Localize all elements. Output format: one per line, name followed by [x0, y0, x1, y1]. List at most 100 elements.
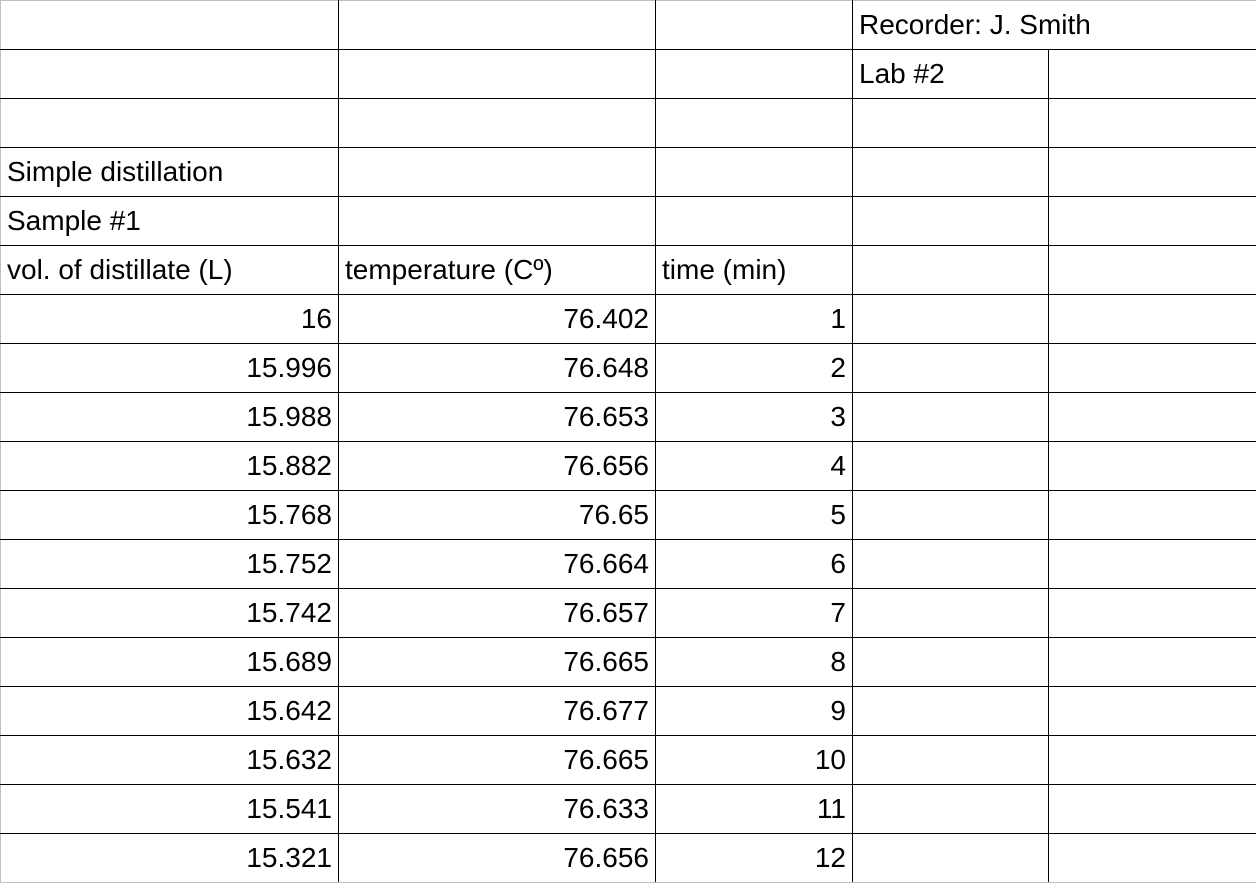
table-row: 15.54176.63311 [1, 785, 1256, 834]
time-cell[interactable]: 6 [656, 540, 853, 589]
vol-cell[interactable]: 15.752 [1, 540, 339, 589]
cell-empty[interactable] [853, 99, 1049, 148]
cell-empty[interactable] [1049, 589, 1256, 638]
cell-empty[interactable] [1049, 393, 1256, 442]
vol-cell[interactable]: 15.642 [1, 687, 339, 736]
vol-cell[interactable]: 15.321 [1, 834, 339, 883]
cell-empty[interactable] [1049, 148, 1256, 197]
vol-cell[interactable]: 15.632 [1, 736, 339, 785]
time-cell[interactable]: 11 [656, 785, 853, 834]
column-header-temp[interactable]: temperature (Cº) [339, 246, 656, 295]
temp-cell[interactable]: 76.664 [339, 540, 656, 589]
table-row: 15.63276.66510 [1, 736, 1256, 785]
cell-empty[interactable] [1049, 540, 1256, 589]
cell-empty[interactable] [1, 50, 339, 99]
cell-empty[interactable] [339, 1, 656, 50]
cell-empty[interactable] [656, 148, 853, 197]
table-row: 15.74276.6577 [1, 589, 1256, 638]
vol-cell[interactable]: 15.988 [1, 393, 339, 442]
cell-empty[interactable] [1, 99, 339, 148]
cell-empty[interactable] [853, 834, 1049, 883]
sample-id[interactable]: Sample #1 [1, 197, 339, 246]
cell-empty[interactable] [1049, 687, 1256, 736]
cell-empty[interactable] [1049, 344, 1256, 393]
vol-cell[interactable]: 15.689 [1, 638, 339, 687]
cell-empty[interactable] [1049, 246, 1256, 295]
table-header-row: vol. of distillate (L) temperature (Cº) … [1, 246, 1256, 295]
cell-empty[interactable] [853, 442, 1049, 491]
cell-empty[interactable] [853, 393, 1049, 442]
cell-empty[interactable] [1049, 295, 1256, 344]
table-row: 1676.4021 [1, 295, 1256, 344]
cell-empty[interactable] [656, 50, 853, 99]
table-row: 15.76876.655 [1, 491, 1256, 540]
vol-cell[interactable]: 15.541 [1, 785, 339, 834]
vol-cell[interactable]: 15.882 [1, 442, 339, 491]
cell-empty[interactable] [853, 589, 1049, 638]
time-cell[interactable]: 4 [656, 442, 853, 491]
temp-cell[interactable]: 76.656 [339, 442, 656, 491]
time-cell[interactable]: 12 [656, 834, 853, 883]
temp-cell[interactable]: 76.648 [339, 344, 656, 393]
cell-empty[interactable] [339, 148, 656, 197]
column-header-vol[interactable]: vol. of distillate (L) [1, 246, 339, 295]
cell-empty[interactable] [339, 197, 656, 246]
cell-empty[interactable] [1049, 834, 1256, 883]
cell-empty[interactable] [1049, 197, 1256, 246]
vol-cell[interactable]: 15.742 [1, 589, 339, 638]
temp-cell[interactable]: 76.677 [339, 687, 656, 736]
time-cell[interactable]: 9 [656, 687, 853, 736]
cell-empty[interactable] [853, 148, 1049, 197]
recorder-cell[interactable]: Recorder: J. Smith [853, 1, 1256, 50]
temp-cell[interactable]: 76.657 [339, 589, 656, 638]
cell-empty[interactable] [853, 540, 1049, 589]
table-row: 15.98876.6533 [1, 393, 1256, 442]
cell-empty[interactable] [656, 1, 853, 50]
cell-empty[interactable] [853, 344, 1049, 393]
table-row: Recorder: J. Smith [1, 1, 1256, 50]
time-cell[interactable]: 3 [656, 393, 853, 442]
vol-cell[interactable]: 16 [1, 295, 339, 344]
table-row [1, 99, 1256, 148]
cell-empty[interactable] [1049, 785, 1256, 834]
vol-cell[interactable]: 15.996 [1, 344, 339, 393]
cell-empty[interactable] [339, 99, 656, 148]
cell-empty[interactable] [853, 295, 1049, 344]
time-cell[interactable]: 10 [656, 736, 853, 785]
lab-cell[interactable]: Lab #2 [853, 50, 1049, 99]
cell-empty[interactable] [853, 197, 1049, 246]
experiment-title[interactable]: Simple distillation [1, 148, 339, 197]
temp-cell[interactable]: 76.65 [339, 491, 656, 540]
cell-empty[interactable] [656, 99, 853, 148]
time-cell[interactable]: 2 [656, 344, 853, 393]
cell-empty[interactable] [853, 687, 1049, 736]
cell-empty[interactable] [1049, 50, 1256, 99]
cell-empty[interactable] [853, 246, 1049, 295]
spreadsheet-grid[interactable]: Recorder: J. Smith Lab #2 Simple distill… [0, 0, 1256, 883]
cell-empty[interactable] [1049, 736, 1256, 785]
cell-empty[interactable] [853, 785, 1049, 834]
cell-empty[interactable] [1049, 491, 1256, 540]
cell-empty[interactable] [339, 50, 656, 99]
temp-cell[interactable]: 76.653 [339, 393, 656, 442]
vol-cell[interactable]: 15.768 [1, 491, 339, 540]
column-header-time[interactable]: time (min) [656, 246, 853, 295]
cell-empty[interactable] [1049, 638, 1256, 687]
cell-empty[interactable] [656, 197, 853, 246]
cell-empty[interactable] [853, 638, 1049, 687]
time-cell[interactable]: 1 [656, 295, 853, 344]
temp-cell[interactable]: 76.402 [339, 295, 656, 344]
time-cell[interactable]: 8 [656, 638, 853, 687]
temp-cell[interactable]: 76.665 [339, 638, 656, 687]
cell-empty[interactable] [1049, 442, 1256, 491]
temp-cell[interactable]: 76.665 [339, 736, 656, 785]
cell-empty[interactable] [1049, 99, 1256, 148]
temp-cell[interactable]: 76.656 [339, 834, 656, 883]
cell-empty[interactable] [853, 736, 1049, 785]
cell-empty[interactable] [853, 491, 1049, 540]
time-cell[interactable]: 5 [656, 491, 853, 540]
cell-empty[interactable] [1, 1, 339, 50]
table-row: 15.88276.6564 [1, 442, 1256, 491]
temp-cell[interactable]: 76.633 [339, 785, 656, 834]
time-cell[interactable]: 7 [656, 589, 853, 638]
